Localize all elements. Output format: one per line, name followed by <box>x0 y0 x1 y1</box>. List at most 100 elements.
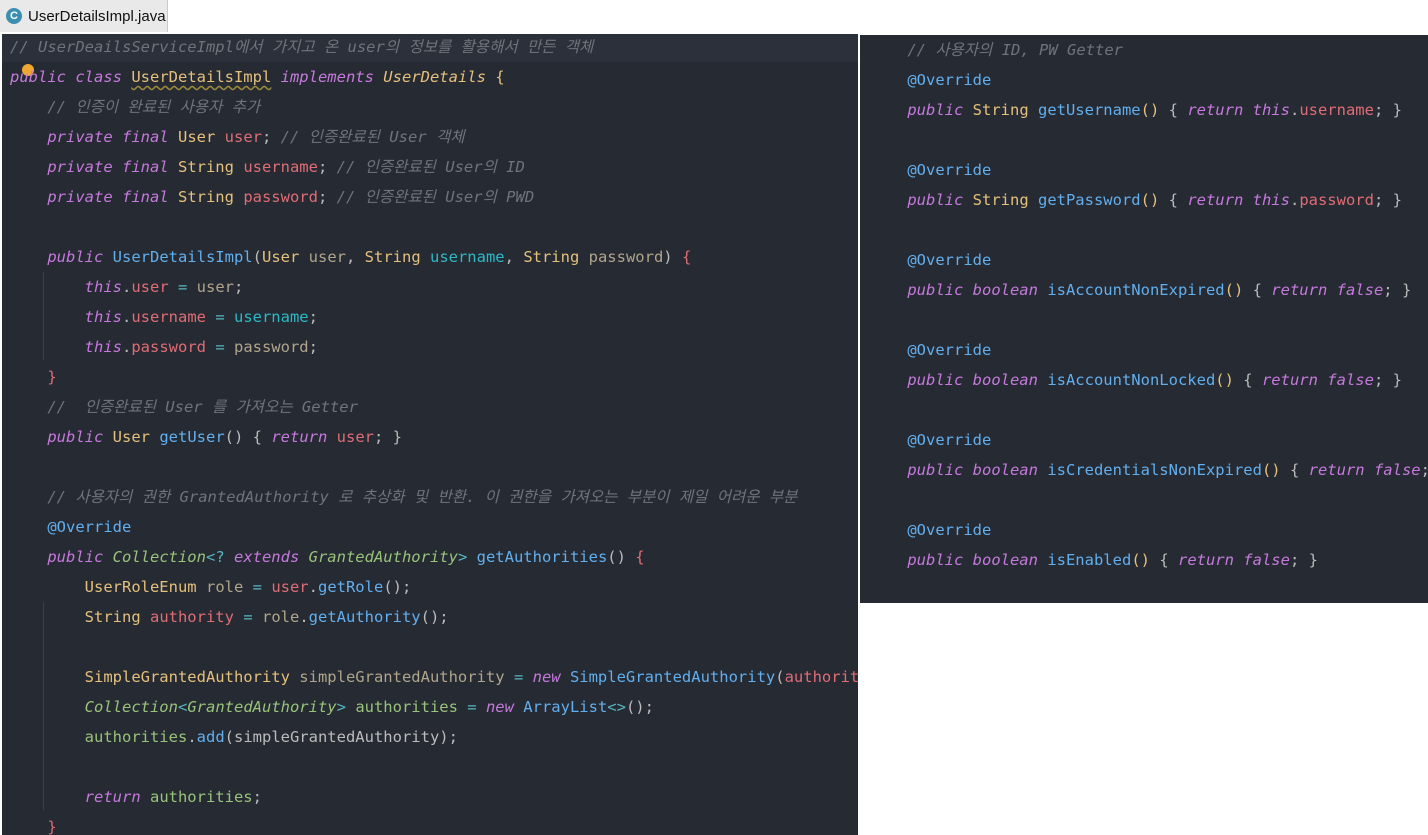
code-token: // 사용자의 권한 GrantedAuthority 로 추상화 및 반환. … <box>47 488 798 506</box>
editor-tab[interactable]: C UserDetailsImpl.java <box>0 0 168 32</box>
code-token: { <box>1243 281 1272 299</box>
code-token: public <box>47 428 113 446</box>
code-line[interactable]: private final String password; // 인증완료된 … <box>2 182 534 212</box>
code-line[interactable]: public String getPassword() { return thi… <box>860 185 1402 215</box>
code-token: (); <box>420 608 449 626</box>
code-token: UserDetailsImpl <box>112 248 253 266</box>
code-line[interactable]: @Override <box>860 155 991 185</box>
code-line[interactable] <box>860 305 870 335</box>
code-token: username <box>233 308 309 326</box>
code-line[interactable]: public String getUsername() { return thi… <box>860 95 1402 125</box>
code-line[interactable]: String authority = role.getAuthority(); <box>2 602 449 632</box>
code-token: // UserDeailsServiceImpl에서 가지고 온 user의 정… <box>10 38 594 56</box>
code-line[interactable]: private final User user; // 인증완료된 User 객… <box>2 122 464 152</box>
code-line[interactable]: public Collection<? extends GrantedAutho… <box>2 542 644 572</box>
code-token: public class <box>10 68 132 86</box>
code-token: ) <box>663 248 682 266</box>
code-token: ; <box>317 158 337 176</box>
code-token: public <box>47 248 113 266</box>
code-token: user <box>336 428 374 446</box>
code-token: , <box>345 248 365 266</box>
java-class-icon: C <box>6 8 22 24</box>
code-line[interactable]: SimpleGrantedAuthority simpleGrantedAuth… <box>2 662 858 692</box>
code-line[interactable] <box>2 752 10 782</box>
code-line[interactable]: this.password = password; <box>2 332 318 362</box>
code-token: role <box>261 608 300 626</box>
code-token: String <box>84 608 150 626</box>
code-line[interactable]: UserRoleEnum role = user.getRole(); <box>2 572 412 602</box>
code-line[interactable]: return authorities; <box>2 782 262 812</box>
code-token: () <box>607 548 636 566</box>
code-line[interactable]: public boolean isAccountNonExpired() { r… <box>860 275 1411 305</box>
code-token: @Override <box>907 71 992 89</box>
code-line[interactable]: } <box>2 812 56 835</box>
code-line[interactable]: @Override <box>860 515 991 545</box>
code-line[interactable]: @Override <box>860 335 991 365</box>
code-line[interactable] <box>2 632 10 662</box>
code-token: UserDetailsImpl <box>131 68 272 86</box>
code-line[interactable] <box>860 485 870 515</box>
code-line[interactable]: // 인증완료된 User 를 가져오는 Getter <box>2 392 358 422</box>
code-token: // 사용자의 ID, PW Getter <box>907 41 1124 59</box>
code-token: new <box>485 698 524 716</box>
code-token: return <box>84 788 150 806</box>
code-line[interactable]: // 사용자의 권한 GrantedAuthority 로 추상화 및 반환. … <box>2 482 797 512</box>
code-token: ; <box>261 128 281 146</box>
code-line[interactable]: public User getUser() { return user; } <box>2 422 402 452</box>
code-token: User <box>177 128 225 146</box>
code-token: getAuthorities <box>476 548 608 566</box>
code-line[interactable] <box>860 215 870 245</box>
code-line[interactable] <box>2 212 10 242</box>
code-line[interactable]: // 인증이 완료된 사용자 추가 <box>2 92 260 122</box>
code-line[interactable]: @Override <box>2 512 131 542</box>
code-line[interactable]: public boolean isAccountNonLocked() { re… <box>860 365 1402 395</box>
code-line[interactable]: authorities.add(simpleGrantedAuthority); <box>2 722 458 752</box>
code-line[interactable] <box>2 452 10 482</box>
code-line[interactable]: public boolean isEnabled() { return fals… <box>860 545 1318 575</box>
code-token: (simpleGrantedAuthority); <box>224 728 458 746</box>
code-line[interactable] <box>860 575 870 603</box>
code-line[interactable]: @Override <box>860 65 991 95</box>
code-line[interactable]: // UserDeailsServiceImpl에서 가지고 온 user의 정… <box>2 34 858 62</box>
code-token: ; } <box>1373 191 1402 209</box>
code-line[interactable]: @Override <box>860 425 991 455</box>
code-token: { <box>1149 551 1178 569</box>
code-token: password <box>233 338 309 356</box>
code-token: public boolean <box>907 461 1048 479</box>
code-line[interactable]: public UserDetailsImpl(User user, String… <box>2 242 691 272</box>
code-line[interactable]: private final String username; // 인증완료된 … <box>2 152 525 182</box>
code-token: GrantedAuthority <box>308 548 458 566</box>
code-token: (); <box>625 698 654 716</box>
code-editor-right[interactable]: // 사용자의 ID, PW Getter @Override public S… <box>860 35 1428 603</box>
code-token: @Override <box>907 431 992 449</box>
code-line[interactable]: public class UserDetailsImpl implements … <box>2 62 505 92</box>
code-line[interactable]: } <box>2 362 56 392</box>
code-token: // 인증완료된 User의 PWD <box>336 188 535 206</box>
code-token: // 인증이 완료된 사용자 추가 <box>47 98 261 116</box>
code-token: password <box>131 338 206 356</box>
code-editor-left[interactable]: // UserDeailsServiceImpl에서 가지고 온 user의 정… <box>2 34 858 835</box>
code-line[interactable] <box>860 125 870 155</box>
code-token: ; } <box>1373 101 1402 119</box>
code-line[interactable]: Collection<GrantedAuthority> authorities… <box>2 692 654 722</box>
code-line[interactable]: // 사용자의 ID, PW Getter <box>860 35 1123 65</box>
code-line[interactable]: @Override <box>860 245 991 275</box>
code-line[interactable]: public boolean isCredentialsNonExpired()… <box>860 455 1428 485</box>
code-token: return this <box>1187 191 1290 209</box>
code-token: ( <box>252 248 262 266</box>
code-token: ( <box>775 668 785 686</box>
code-token: < <box>177 698 188 716</box>
code-line[interactable]: this.username = username; <box>2 302 318 332</box>
code-line[interactable]: this.user = user; <box>2 272 244 302</box>
code-token: . <box>121 338 132 356</box>
code-line[interactable] <box>860 395 870 425</box>
